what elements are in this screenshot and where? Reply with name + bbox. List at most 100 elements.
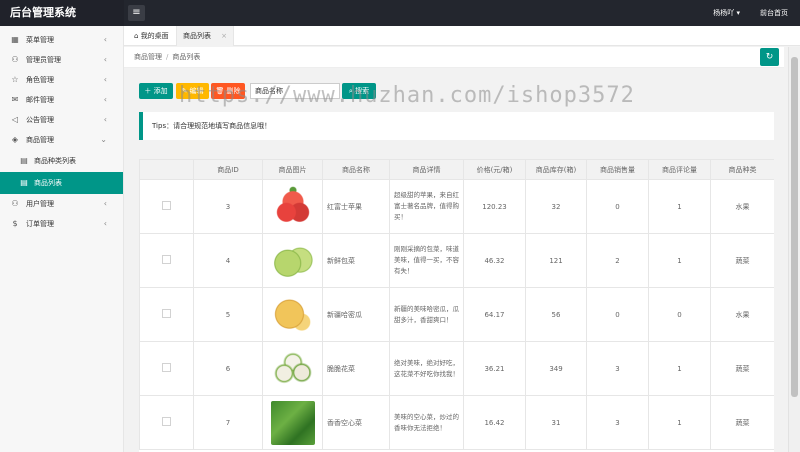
sidebar-item-product-kinds[interactable]: ▤ 商品种类列表 <box>0 150 123 172</box>
product-reviews: 0 <box>648 287 711 342</box>
header-checkbox-cell <box>139 159 194 180</box>
row-checkbox[interactable] <box>162 255 171 264</box>
row-checkbox[interactable] <box>162 201 171 210</box>
layers-icon: ◈ <box>11 135 19 144</box>
tab-label: 我的桌面 <box>140 32 169 40</box>
product-name: 脆脆花菜 <box>322 341 390 396</box>
product-sales: 3 <box>586 341 649 396</box>
sidebar-item-admins[interactable]: ⚇ 管理员管理 ‹ <box>0 50 123 70</box>
breadcrumb-parent[interactable]: 商品管理 <box>134 53 162 61</box>
column-header[interactable]: 商品销售量 <box>586 159 649 180</box>
column-header[interactable]: 商品种类 <box>710 159 774 180</box>
product-reviews: 1 <box>648 395 711 450</box>
sidebar-item-menu[interactable]: ▦ 菜单管理 ‹ <box>0 30 123 50</box>
product-kind: 蔬菜 <box>710 341 774 396</box>
product-desc: 新疆的美味哈密瓜，瓜甜多汁，香甜爽口！ <box>389 287 464 342</box>
sidebar-item-roles[interactable]: ☆ 角色管理 ‹ <box>0 70 123 90</box>
product-stock: 32 <box>525 179 587 234</box>
product-id: 3 <box>193 179 263 234</box>
sidebar-item-orders[interactable]: $ 订单管理 ‹ <box>0 214 123 234</box>
product-reviews: 1 <box>648 179 711 234</box>
chevron-left-icon: ‹ <box>103 115 107 124</box>
tab-product-list[interactable]: 商品列表 × <box>176 26 234 46</box>
sidebar-item-label: 商品种类列表 <box>34 157 76 165</box>
star-icon: ☆ <box>11 75 19 84</box>
sidebar-item-notices[interactable]: ◁ 公告管理 ‹ <box>0 110 123 130</box>
sidebar-item-label: 公告管理 <box>26 116 54 124</box>
user-name: 杨杨吖 <box>713 9 735 17</box>
watermark-text: https://www.huzhan.com/ishop3572 <box>179 83 635 108</box>
melon-image <box>270 292 315 337</box>
product-desc: 超级甜的苹果，来自红富士著名品牌，值得购买！ <box>389 179 464 234</box>
product-id: 7 <box>193 395 263 450</box>
product-sales: 2 <box>586 233 649 288</box>
product-sales: 3 <box>586 395 649 450</box>
breadcrumb-separator: / <box>166 53 169 61</box>
product-name: 香香空心菜 <box>322 395 390 450</box>
sidebar-item-label: 管理员管理 <box>26 56 61 64</box>
product-desc: 美味的空心菜，炒过的香味你无法拒绝！ <box>389 395 464 450</box>
row-checkbox[interactable] <box>162 417 171 426</box>
chevron-left-icon: ‹ <box>103 75 107 84</box>
home-link[interactable]: 前台首页 <box>760 0 788 26</box>
home-icon: ⌂ <box>134 32 139 40</box>
hamburger-icon[interactable]: ≡ <box>128 5 145 21</box>
column-header[interactable]: 商品库存(箱) <box>525 159 587 180</box>
sidebar-item-product-list[interactable]: ▤ 商品列表 <box>0 172 123 194</box>
product-price: 16.42 <box>463 395 526 450</box>
product-desc: 绝对美味，绝对好吃，这花菜不好吃你找我！ <box>389 341 464 396</box>
product-name: 红富士苹果 <box>322 179 390 234</box>
sidebar-item-products[interactable]: ◈ 商品管理 ⌄ <box>0 130 123 150</box>
dollar-icon: $ <box>12 219 18 228</box>
user-icon: ⚇ <box>11 55 19 64</box>
doc-icon: ▤ <box>20 178 28 187</box>
sidebar-item-label: 用户管理 <box>26 200 54 208</box>
chevron-left-icon: ‹ <box>103 55 107 64</box>
column-header[interactable]: 商品图片 <box>262 159 323 180</box>
product-kind: 蔬菜 <box>710 233 774 288</box>
user-menu[interactable]: 杨杨吖 ▾ <box>713 0 740 26</box>
product-sales: 0 <box>586 179 649 234</box>
sidebar-item-mail[interactable]: ✉ 邮件管理 ‹ <box>0 90 123 110</box>
sidebar-item-label: 邮件管理 <box>26 96 54 104</box>
caret-down-icon: ▾ <box>736 9 740 17</box>
product-price: 120.23 <box>463 179 526 234</box>
product-sales: 0 <box>586 287 649 342</box>
table-row[interactable]: 5 新疆哈密瓜 新疆的美味哈密瓜，瓜甜多汁，香甜爽口！ 64.17 56 0 0… <box>139 287 774 342</box>
mail-icon: ✉ <box>11 95 19 104</box>
breadcrumb-bar: 商品管理 / 商品列表 ↻ <box>124 47 784 68</box>
product-name: 新疆哈密瓜 <box>322 287 390 342</box>
product-id: 5 <box>193 287 263 342</box>
tab-desktop[interactable]: ⌂ 我的桌面 <box>128 26 175 46</box>
scrollbar-thumb[interactable] <box>791 57 798 397</box>
column-header[interactable]: 价格(元/箱) <box>463 159 526 180</box>
row-checkbox[interactable] <box>162 363 171 372</box>
table-row[interactable]: 3 红富士苹果 超级甜的苹果，来自红富士著名品牌，值得购买！ 120.23 32… <box>139 179 774 234</box>
column-header[interactable]: 商品ID <box>193 159 263 180</box>
table-row[interactable]: 6 脆脆花菜 绝对美味，绝对好吃，这花菜不好吃你找我！ 36.21 349 3 … <box>139 341 774 396</box>
sidebar-item-label: 角色管理 <box>26 76 54 84</box>
sidebar-item-label: 商品列表 <box>34 179 62 187</box>
chevron-left-icon: ‹ <box>103 35 107 44</box>
sidebar-item-users[interactable]: ⚇ 用户管理 ‹ <box>0 194 123 214</box>
refresh-button[interactable]: ↻ <box>760 48 779 66</box>
page-scrollbar[interactable] <box>788 47 800 452</box>
product-price: 46.32 <box>463 233 526 288</box>
add-button[interactable]: ＋ 添加 <box>139 83 173 99</box>
top-bar: 后台管理系统 ≡ 杨杨吖 ▾ 前台首页 <box>0 0 800 26</box>
table-row[interactable]: 7 香香空心菜 美味的空心菜，炒过的香味你无法拒绝！ 16.42 31 3 1 … <box>139 395 774 450</box>
product-price: 36.21 <box>463 341 526 396</box>
cauliflower-image <box>270 346 315 391</box>
table-row[interactable]: 4 新鲜包菜 刚刚采摘的包菜，味道美味，值得一买，不容有失！ 46.32 121… <box>139 233 774 288</box>
cabbage-image <box>270 238 315 283</box>
product-stock: 31 <box>525 395 587 450</box>
column-header[interactable]: 商品详情 <box>389 159 464 180</box>
column-header[interactable]: 商品名称 <box>322 159 390 180</box>
row-checkbox[interactable] <box>162 309 171 318</box>
close-icon[interactable]: × <box>221 26 227 46</box>
column-header[interactable]: 商品评论量 <box>648 159 711 180</box>
product-table: 商品ID 商品图片 商品名称 商品详情 价格(元/箱) 商品库存(箱) 商品销售… <box>139 159 774 450</box>
product-stock: 349 <box>525 341 587 396</box>
user-icon: ⚇ <box>11 199 19 208</box>
product-kind: 水果 <box>710 179 774 234</box>
